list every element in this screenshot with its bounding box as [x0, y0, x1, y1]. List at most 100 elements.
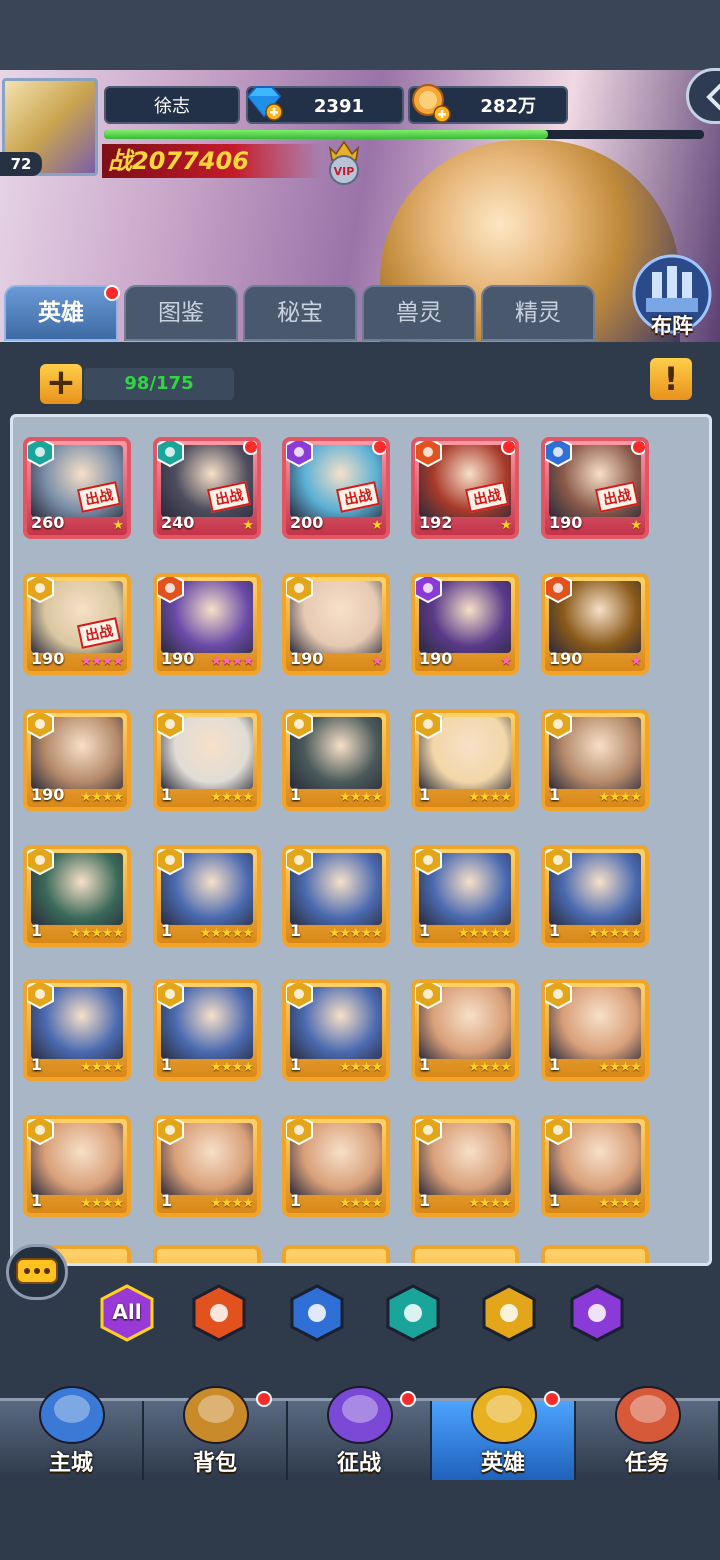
hero-card[interactable]: 1 ★★★★ — [153, 1115, 261, 1217]
hero-card[interactable]: 1 ★★★★ — [153, 709, 261, 811]
flame-filter[interactable] — [190, 1284, 248, 1342]
hero-level: 190 — [290, 649, 324, 668]
hero-card-partial[interactable] — [282, 1245, 390, 1263]
hero-card[interactable]: 1 ★★★★ — [282, 979, 390, 1081]
hero-card[interactable]: 出战 200 ★ — [282, 437, 390, 539]
hero-card[interactable]: 1 ★★★★ — [411, 709, 519, 811]
hero-card[interactable]: 出战 190 ★★★★ — [23, 573, 131, 675]
dragon-portal-icon — [327, 1386, 393, 1444]
hero-card[interactable]: 190 ★ — [282, 573, 390, 675]
hero-level: 1 — [290, 785, 302, 804]
hero-level: 1 — [31, 921, 43, 940]
hero-card[interactable]: 出战 190 ★ — [541, 437, 649, 539]
hero-stars: ★★★★ — [210, 790, 254, 805]
tab-treasure[interactable]: 秘宝 — [243, 285, 357, 341]
hero-level: 192 — [419, 513, 453, 532]
wing-faction-icon — [27, 713, 54, 739]
hero-level: 260 — [31, 513, 65, 532]
hero-stars: ★ — [630, 654, 642, 669]
hero-level: 1 — [419, 785, 431, 804]
tab-codex[interactable]: 图鉴 — [124, 285, 238, 341]
wing-faction-icon — [415, 849, 442, 875]
hero-stars: ★★★★ — [339, 790, 383, 805]
hero-card[interactable]: 1 ★★★★ — [23, 1115, 131, 1217]
cross-faction-icon — [545, 441, 572, 467]
hero-card[interactable]: 出战 240 ★ — [153, 437, 261, 539]
hero-card[interactable]: 1 ★★★★★ — [411, 845, 519, 947]
nav-item[interactable]: 英雄 — [432, 1386, 576, 1483]
tab-heroes[interactable]: 英雄 — [4, 285, 118, 341]
diamond-add-icon[interactable] — [244, 82, 284, 122]
hero-stars: ★★★★ — [80, 1060, 124, 1075]
player-name[interactable]: 徐志 — [104, 86, 240, 124]
hero-card-partial[interactable] — [411, 1245, 519, 1263]
hero-stars: ★★★★ — [598, 1196, 642, 1211]
hero-level: 200 — [290, 513, 324, 532]
wing-faction-icon — [157, 983, 184, 1009]
nav-item[interactable]: 背包 — [144, 1386, 288, 1483]
hero-level: 190 — [31, 785, 65, 804]
wing-faction-icon — [545, 713, 572, 739]
hero-level: 1 — [290, 921, 302, 940]
formation-button[interactable]: 布阵 — [628, 254, 716, 338]
cross-icon — [290, 1284, 344, 1342]
nav-item[interactable]: 主城 — [0, 1386, 144, 1483]
wing-faction-icon — [415, 713, 442, 739]
nav-label: 主城 — [48, 1451, 93, 1476]
hero-count: 98/175 — [84, 368, 234, 400]
hero-card-partial[interactable] — [153, 1245, 261, 1263]
all-filter[interactable]: All — [98, 1284, 156, 1342]
hero-stars: ★★★★ — [598, 1060, 642, 1075]
hero-card[interactable]: 190 ★★★★ — [23, 709, 131, 811]
hero-card[interactable]: 1 ★★★★ — [153, 979, 261, 1081]
hero-card[interactable]: 1 ★★★★ — [541, 1115, 649, 1217]
hero-card[interactable]: 1 ★★★★★ — [23, 845, 131, 947]
hero-stars: ★★★★ — [80, 790, 124, 805]
hero-notification-dot — [243, 441, 257, 455]
hero-card[interactable]: 出战 260 ★ — [23, 437, 131, 539]
hero-card[interactable]: 1 ★★★★ — [23, 979, 131, 1081]
hero-stars: ★★★★ — [210, 1060, 254, 1075]
hero-card[interactable]: 190 ★★★★ — [153, 573, 261, 675]
trident-filter[interactable] — [568, 1284, 626, 1342]
tab-label: 秘宝 — [277, 300, 323, 326]
hero-card[interactable]: 1 ★★★★ — [411, 979, 519, 1081]
hero-stars: ★★★★ — [80, 1196, 124, 1211]
skull-filter[interactable] — [384, 1284, 442, 1342]
hero-level: 1 — [549, 785, 561, 804]
tab-beast-spirit[interactable]: 兽灵 — [362, 285, 476, 341]
hero-stars: ★★★★★ — [587, 926, 642, 941]
hero-card[interactable]: 190 ★ — [411, 573, 519, 675]
hero-card[interactable]: 1 ★★★★ — [282, 709, 390, 811]
hero-stars: ★★★★★ — [457, 926, 512, 941]
hero-card[interactable]: 1 ★★★★ — [541, 979, 649, 1081]
hero-card[interactable]: 1 ★★★★★ — [541, 845, 649, 947]
hero-card[interactable]: 1 ★★★★ — [282, 1115, 390, 1217]
cross-filter[interactable] — [288, 1284, 346, 1342]
hero-card[interactable]: 出战 192 ★ — [411, 437, 519, 539]
wing-faction-icon — [27, 577, 54, 603]
hero-card[interactable]: 1 ★★★★ — [411, 1115, 519, 1217]
nav-item[interactable]: 征战 — [288, 1386, 432, 1483]
hero-stars: ★★★★ — [468, 790, 512, 805]
vip-badge[interactable]: VIP — [322, 138, 366, 186]
hero-level: 190 — [161, 649, 195, 668]
hero-level: 1 — [161, 1191, 173, 1210]
footer-area — [0, 1480, 720, 1560]
expand-capacity-button[interactable]: + — [40, 364, 82, 404]
wing-faction-icon — [545, 983, 572, 1009]
gold-coin-add-icon[interactable] — [410, 82, 452, 124]
tab-elf[interactable]: 精灵 — [481, 285, 595, 341]
hero-stars: ★★★★ — [598, 790, 642, 805]
hero-card[interactable]: 1 ★★★★ — [541, 709, 649, 811]
info-button[interactable]: ! — [650, 358, 692, 400]
hero-card[interactable]: 1 ★★★★★ — [282, 845, 390, 947]
nav-item[interactable]: 任务 — [576, 1386, 720, 1483]
hero-card[interactable]: 1 ★★★★★ — [153, 845, 261, 947]
power-value: 2077406 — [132, 147, 249, 175]
hero-card-partial[interactable] — [541, 1245, 649, 1263]
flame-icon — [192, 1284, 246, 1342]
wing-filter[interactable] — [480, 1284, 538, 1342]
hero-card[interactable]: 190 ★ — [541, 573, 649, 675]
hero-level: 1 — [161, 785, 173, 804]
